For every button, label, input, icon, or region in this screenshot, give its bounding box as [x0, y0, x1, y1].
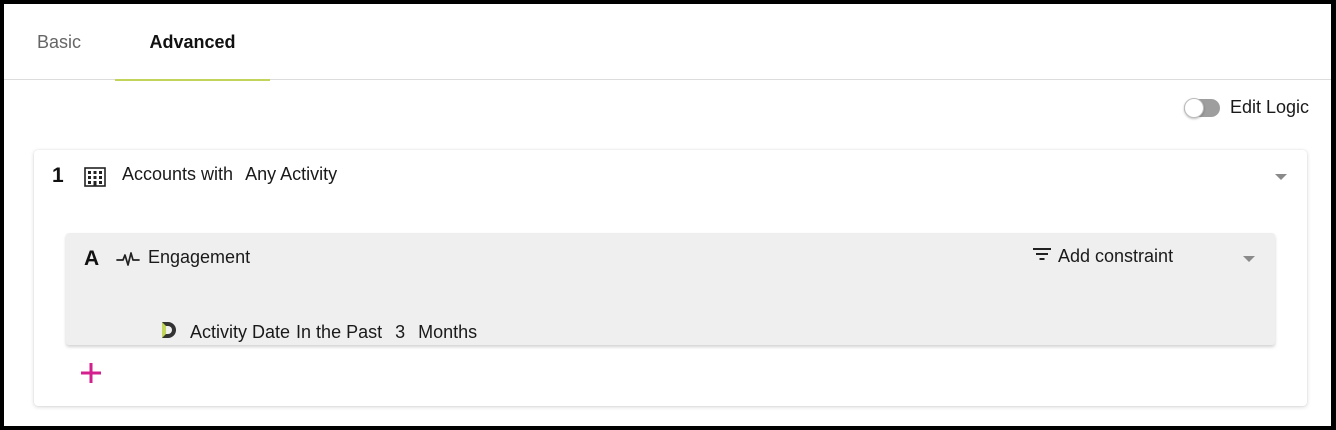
add-constraint-button[interactable]: Add constraint: [1032, 246, 1173, 267]
rule-card: 1 Accounts with Any Activity A Engagemen…: [34, 150, 1307, 406]
tab-bar: Basic Advanced: [4, 4, 1331, 81]
constraint-value[interactable]: 3: [395, 322, 405, 343]
rule-expand-chevron-icon[interactable]: [1275, 174, 1287, 180]
constraint-unit[interactable]: Months: [418, 322, 477, 343]
criteria-expand-chevron-icon[interactable]: [1243, 256, 1255, 262]
criteria-letter: A: [84, 247, 100, 270]
rule-title: Accounts with Any Activity: [122, 164, 349, 185]
rule-title-prefix: Accounts with: [122, 164, 234, 184]
rule-activity-selector[interactable]: Any Activity: [245, 164, 337, 184]
filter-icon: [1032, 246, 1052, 267]
constraint-row[interactable]: Activity Date In the Past 3 Months: [110, 299, 477, 366]
pulse-icon: [116, 250, 140, 273]
add-criteria-button[interactable]: [80, 362, 102, 384]
date-icon: [110, 299, 178, 366]
criteria-title: Engagement: [148, 247, 251, 267]
building-icon: [84, 167, 106, 192]
segment-editor: Basic Advanced Edit Logic 1 Accounts wit…: [4, 4, 1331, 426]
add-constraint-label: Add constraint: [1058, 246, 1174, 266]
edit-logic-control: Edit Logic: [1183, 97, 1309, 118]
edit-logic-toggle[interactable]: [1183, 97, 1220, 118]
toggle-knob: [1183, 97, 1204, 118]
rule-index: 1: [52, 164, 64, 187]
constraint-operator[interactable]: In the Past: [296, 322, 382, 343]
constraint-field: Activity Date: [190, 322, 291, 342]
criteria-block: A Engagement Add constraint Activity Dat…: [66, 233, 1275, 345]
tab-basic[interactable]: Basic: [4, 4, 114, 80]
tab-advanced[interactable]: Advanced: [115, 4, 270, 81]
edit-logic-label: Edit Logic: [1229, 97, 1309, 117]
plus-icon: [81, 363, 101, 383]
